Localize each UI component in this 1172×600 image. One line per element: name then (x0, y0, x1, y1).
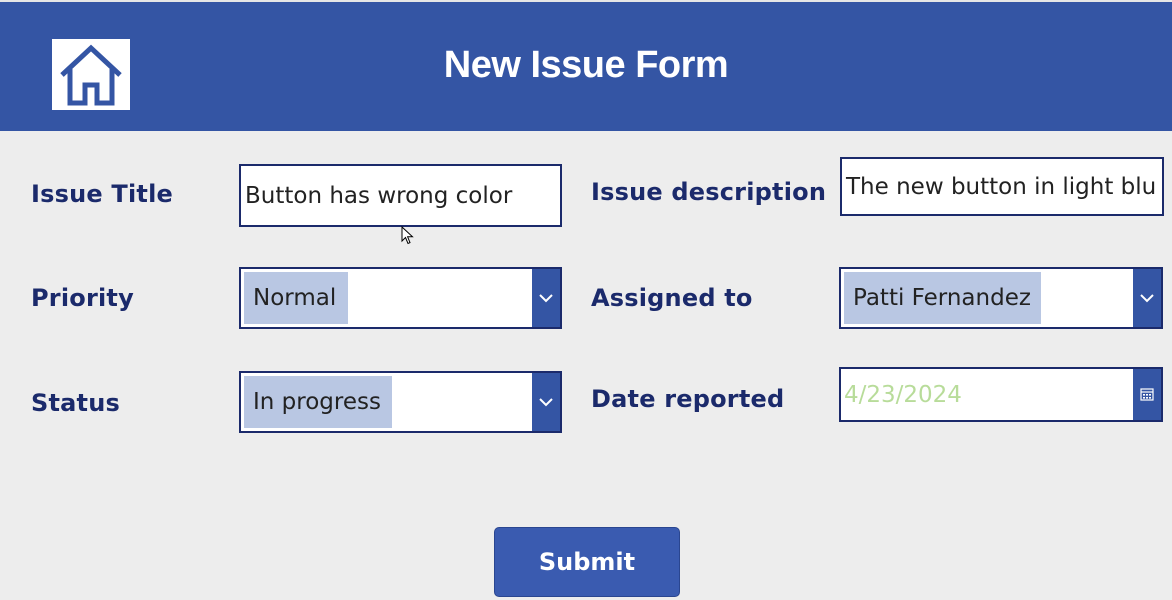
date-reported-value: 4/23/2024 (844, 381, 962, 408)
status-dropdown[interactable]: In progress (239, 371, 562, 433)
status-selected: In progress (244, 376, 392, 428)
assigned-to-selected: Patti Fernandez (844, 272, 1041, 324)
status-label: Status (31, 389, 120, 417)
status-chevron[interactable] (532, 373, 560, 431)
priority-selected: Normal (244, 272, 348, 324)
header-bar: New Issue Form (0, 0, 1172, 131)
priority-dropdown[interactable]: Normal (239, 267, 562, 329)
calendar-icon (1140, 388, 1154, 401)
issue-title-input[interactable]: Button has wrong color (239, 164, 562, 227)
chevron-down-icon (1140, 294, 1154, 303)
assigned-to-chevron[interactable] (1133, 269, 1161, 327)
page-title: New Issue Form (443, 44, 729, 86)
issue-title-value: Button has wrong color (245, 182, 513, 209)
issue-description-value: The new button in light blu (846, 173, 1157, 200)
mouse-cursor-icon (401, 226, 414, 245)
issue-title-label: Issue Title (31, 180, 173, 208)
assigned-to-label: Assigned to (591, 284, 753, 312)
date-reported-label: Date reported (591, 385, 785, 413)
priority-chevron[interactable] (532, 269, 560, 327)
priority-label: Priority (31, 284, 134, 312)
chevron-down-icon (539, 294, 553, 303)
chevron-down-icon (539, 398, 553, 407)
issue-description-label: Issue description (591, 178, 827, 206)
assigned-to-dropdown[interactable]: Patti Fernandez (839, 267, 1163, 329)
submit-button[interactable]: Submit (494, 527, 680, 597)
issue-description-input[interactable]: The new button in light blu (840, 157, 1164, 216)
calendar-button[interactable] (1133, 369, 1161, 420)
date-reported-picker[interactable]: 4/23/2024 (839, 367, 1163, 422)
